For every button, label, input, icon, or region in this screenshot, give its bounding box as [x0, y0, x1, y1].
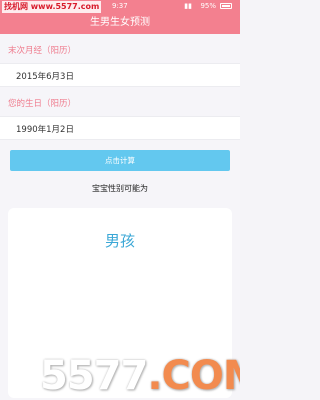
battery-percent: 95% [200, 2, 216, 10]
last-period-value: 2015年6月3日 [16, 72, 74, 82]
last-period-label: 末次月经（阳历） [8, 46, 77, 56]
page-title: 生男生女预测 [0, 12, 240, 34]
last-period-field[interactable]: 2015年6月3日 [0, 63, 240, 87]
birthday-field[interactable]: 1990年1月2日 [0, 116, 240, 140]
status-time: 9:37 [112, 2, 128, 10]
calculate-button[interactable]: 点击计算 [10, 150, 230, 171]
watermark-logo: 找机网 www.5577.com [2, 1, 102, 13]
battery-icon [220, 3, 232, 9]
app-screen: ▮▮ 9:37 95% 生男生女预测 找机网 www.5577.com 末次月经… [0, 0, 240, 400]
result-value: 男孩 [104, 232, 135, 250]
signal-icon: ▮▮ [184, 2, 192, 10]
watermark-5577: 5577.COM [40, 356, 240, 396]
birthday-value: 1990年1月2日 [16, 125, 74, 135]
watermark-suffix: .COM [147, 353, 240, 399]
watermark-number: 5577 [40, 353, 148, 399]
result-label: 宝宝性别可能为 [92, 184, 148, 193]
birthday-label: 您的生日（阳历） [8, 99, 77, 109]
